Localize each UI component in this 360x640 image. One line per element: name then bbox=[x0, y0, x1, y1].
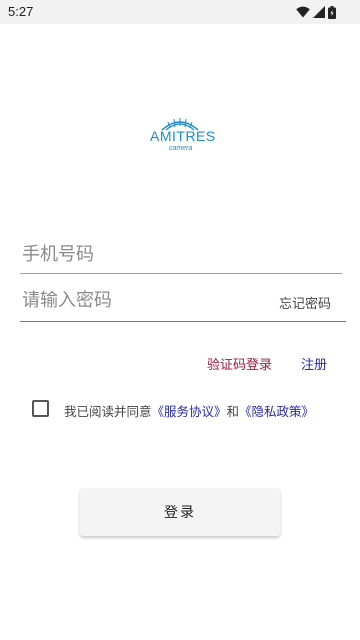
phone-field[interactable] bbox=[20, 244, 342, 274]
password-underline bbox=[20, 320, 346, 322]
agreement-checkbox[interactable] bbox=[32, 400, 49, 417]
agreement-text: 我已阅读并同意《服务协议》和《隐私政策》 bbox=[64, 401, 314, 420]
phone-underline bbox=[20, 273, 342, 274]
app-logo: AMITRES camera bbox=[140, 112, 220, 162]
sms-login-link[interactable]: 验证码登录 bbox=[207, 354, 272, 373]
signal-icon bbox=[313, 6, 325, 18]
agreement-prefix: 我已阅读并同意 bbox=[64, 404, 152, 419]
battery-icon bbox=[328, 5, 336, 19]
phone-input[interactable] bbox=[20, 244, 342, 265]
wifi-icon bbox=[296, 6, 310, 18]
agreement-conjunction: 和 bbox=[226, 404, 240, 419]
service-agreement-link[interactable]: 《服务协议》 bbox=[152, 404, 227, 419]
forgot-password-link[interactable]: 忘记密码 bbox=[279, 293, 331, 312]
logo-sub-text: camera bbox=[169, 145, 193, 152]
agreement-row: 我已阅读并同意《服务协议》和《隐私政策》 bbox=[30, 398, 340, 420]
status-bar: 5:27 bbox=[0, 0, 360, 24]
login-button[interactable]: 登录 bbox=[80, 488, 280, 536]
register-link[interactable]: 注册 bbox=[301, 354, 327, 373]
privacy-policy-link[interactable]: 《隐私政策》 bbox=[239, 404, 314, 419]
logo-brand-text: AMITRES bbox=[150, 128, 216, 144]
status-time: 5:27 bbox=[8, 4, 34, 19]
status-icons bbox=[296, 4, 336, 20]
